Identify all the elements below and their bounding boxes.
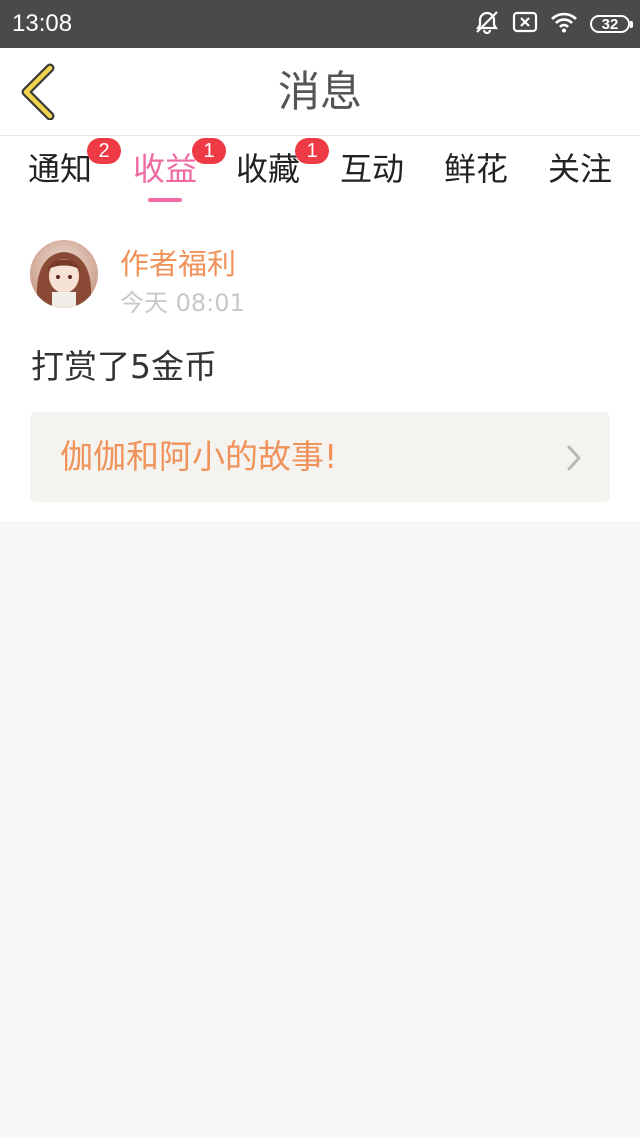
- wifi-icon: [550, 11, 578, 37]
- message-item: 作者福利 今天 08:01 打赏了5金币 伽伽和阿小的故事!: [0, 216, 640, 521]
- tab-follows[interactable]: 关注: [530, 148, 630, 208]
- tab-favorites[interactable]: 收藏 1: [218, 138, 329, 208]
- alarm-off-icon: [474, 9, 500, 39]
- header: 消息: [0, 48, 640, 136]
- active-tab-indicator: [148, 198, 182, 202]
- book-link-card[interactable]: 伽伽和阿小的故事!: [30, 412, 610, 502]
- avatar[interactable]: [30, 240, 98, 308]
- tab-interactions[interactable]: 互动: [322, 148, 422, 208]
- tab-label: 互动: [339, 150, 404, 188]
- tab-notifications[interactable]: 通知 2: [10, 138, 121, 208]
- sender-name[interactable]: 作者福利: [120, 246, 236, 282]
- book-title: 伽伽和阿小的故事!: [60, 437, 338, 476]
- message-text: 打赏了5金币: [31, 347, 217, 386]
- tab-label: 鲜花: [443, 150, 508, 188]
- status-bar: 13:08 32: [0, 0, 640, 48]
- page-title: 消息: [277, 67, 362, 116]
- status-time: 13:08: [12, 10, 73, 37]
- chevron-right-icon: [567, 445, 581, 471]
- tab-bar: 通知 2 收益 1 收藏 1 互动 鲜花 关注: [0, 136, 640, 216]
- tab-label: 关注: [547, 150, 612, 188]
- sim-error-icon: [512, 11, 538, 37]
- tab-earnings[interactable]: 收益 1: [115, 138, 226, 208]
- tab-flowers[interactable]: 鲜花: [426, 148, 526, 208]
- message-time: 今天 08:01: [120, 289, 245, 317]
- battery-icon: 32: [590, 15, 633, 33]
- status-icons: 32: [474, 9, 633, 39]
